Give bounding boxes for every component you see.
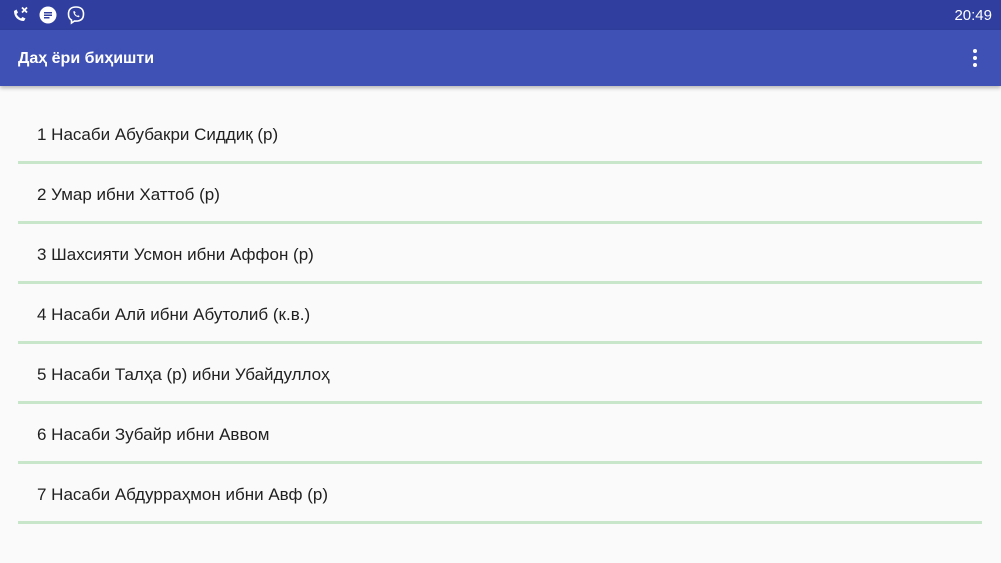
list-item[interactable]: 2 Умар ибни Хаттоб (р) xyxy=(18,164,982,224)
list-item-label: 7 Насаби Абдурраҳмон ибни Авф (р) xyxy=(37,485,328,504)
more-vert-icon xyxy=(973,49,977,67)
chapter-list: 1 Насаби Абубакри Сиддиқ (р) 2 Умар ибни… xyxy=(18,104,982,524)
message-icon xyxy=(38,5,58,25)
list-item[interactable]: 5 Насаби Талҳа (р) ибни Убайдуллоҳ xyxy=(18,344,982,404)
list-item-label: 1 Насаби Абубакри Сиддиқ (р) xyxy=(37,125,279,144)
list-item-label: 6 Насаби Зубайр ибни Аввом xyxy=(37,425,270,444)
list-item-label: 4 Насаби Алӣ ибни Абутолиб (к.в.) xyxy=(37,305,311,324)
viber-icon xyxy=(66,5,86,25)
divider xyxy=(18,521,982,524)
list-item-label: 3 Шахсияти Усмон ибни Аффон (р) xyxy=(37,245,314,264)
app-title: Даҳ ёри биҳишти xyxy=(18,50,155,67)
notification-icons xyxy=(10,5,94,25)
overflow-menu-button[interactable] xyxy=(963,46,987,70)
missed-call-icon xyxy=(10,5,30,25)
status-bar: 20:49 xyxy=(0,0,1001,30)
list-item[interactable]: 6 Насаби Зубайр ибни Аввом xyxy=(18,404,982,464)
status-time: 20:49 xyxy=(954,7,992,24)
list-item[interactable]: 7 Насаби Абдурраҳмон ибни Авф (р) xyxy=(18,464,982,524)
list-item[interactable]: 4 Насаби Алӣ ибни Абутолиб (к.в.) xyxy=(18,284,982,344)
app-bar: Даҳ ёри биҳишти xyxy=(0,30,1001,86)
list-item[interactable]: 3 Шахсияти Усмон ибни Аффон (р) xyxy=(18,224,982,284)
list-item[interactable]: 1 Насаби Абубакри Сиддиқ (р) xyxy=(18,104,982,164)
list-item-label: 5 Насаби Талҳа (р) ибни Убайдуллоҳ xyxy=(37,365,330,384)
list-item-label: 2 Умар ибни Хаттоб (р) xyxy=(37,185,220,204)
